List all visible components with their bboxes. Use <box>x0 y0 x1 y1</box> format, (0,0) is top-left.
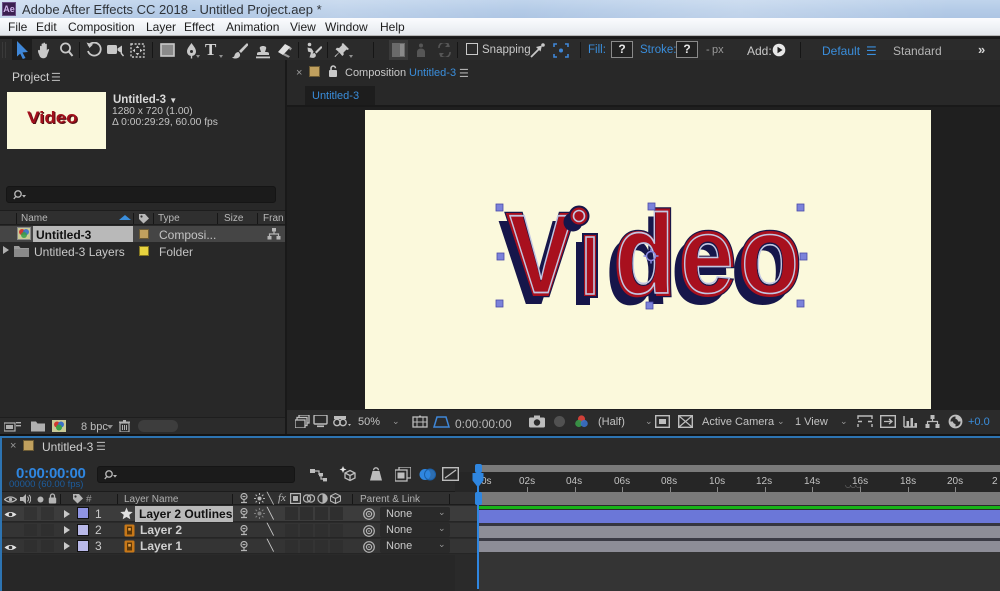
svg-text:e: e <box>681 196 733 316</box>
svg-text:V: V <box>509 191 573 316</box>
svg-text:o: o <box>741 196 799 316</box>
svg-text:d: d <box>615 192 674 318</box>
